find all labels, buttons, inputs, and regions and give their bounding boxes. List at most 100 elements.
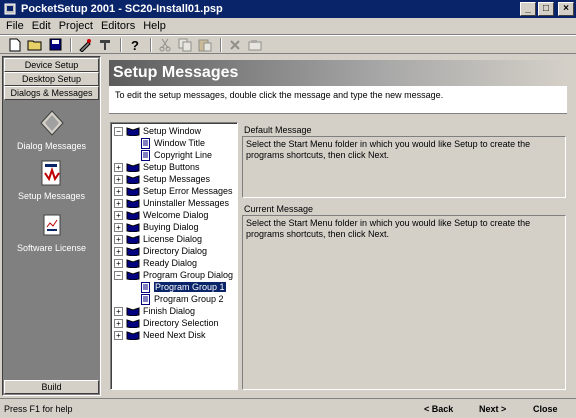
tree-node-label: Setup Messages [143, 174, 211, 184]
tree-node-label: Uninstaller Messages [143, 198, 230, 208]
paste-icon[interactable] [196, 37, 214, 53]
tree-leaf[interactable]: Copyright Line [111, 149, 237, 161]
expand-toggle[interactable]: + [114, 222, 123, 232]
collapse-toggle[interactable]: − [114, 270, 123, 280]
tree-node[interactable]: + Ready Dialog [111, 257, 237, 269]
open-folder-icon[interactable] [26, 37, 44, 53]
tree-node[interactable]: + Directory Dialog [111, 245, 237, 257]
expand-toggle[interactable]: + [114, 198, 123, 208]
menu-edit[interactable]: Edit [32, 20, 51, 32]
nav-item-label: Software License [16, 243, 87, 253]
book-icon [126, 210, 140, 221]
expand-toggle[interactable]: + [114, 234, 123, 244]
page-icon [141, 281, 150, 293]
current-message-field[interactable]: Select the Start Menu folder in which yo… [242, 215, 566, 390]
build-icon[interactable] [76, 37, 94, 53]
tree-node-label: Program Group Dialog [143, 270, 234, 280]
tree-node[interactable]: + Directory Selection [111, 317, 237, 329]
toolbar-separator [150, 37, 152, 52]
menu-project[interactable]: Project [59, 20, 93, 32]
expand-toggle[interactable]: + [114, 174, 123, 184]
menu-file[interactable]: File [6, 20, 24, 32]
tree-node[interactable]: − Program Group Dialog [111, 269, 237, 281]
expand-toggle[interactable]: + [114, 330, 123, 340]
collapse-toggle[interactable]: − [114, 126, 123, 136]
title-bar: PocketSetup 2001 - SC20-Install01.psp _ … [0, 0, 576, 18]
tree-node[interactable]: + Finish Dialog [111, 305, 237, 317]
nav-dialogs-messages-button[interactable]: Dialogs & Messages [4, 86, 99, 100]
back-button[interactable]: < Back [424, 404, 453, 414]
properties-icon[interactable] [246, 37, 264, 53]
expand-toggle[interactable]: + [114, 186, 123, 196]
close-button[interactable]: × [558, 2, 574, 16]
minimize-button[interactable]: _ [520, 2, 536, 16]
expand-toggle[interactable]: + [114, 258, 123, 268]
page-title: Setup Messages [109, 60, 567, 86]
book-icon [126, 162, 140, 173]
delete-icon[interactable] [226, 37, 244, 53]
setup-messages-icon [36, 157, 68, 189]
tree-node-label: Finish Dialog [143, 306, 196, 316]
tree-node-label: Need Next Disk [143, 330, 206, 340]
current-message-label: Current Message [244, 204, 314, 214]
nav-item-dialog-messages[interactable]: Dialog Messages [3, 107, 100, 151]
expand-toggle[interactable]: + [114, 306, 123, 316]
window-title: PocketSetup 2001 - SC20-Install01.psp [21, 3, 223, 15]
tree-leaf[interactable]: Window Title [111, 137, 237, 149]
book-icon [126, 186, 140, 197]
book-icon [126, 318, 140, 329]
menu-help[interactable]: Help [143, 20, 166, 32]
tree-node-label: Welcome Dialog [143, 210, 209, 220]
tree-node[interactable]: + Need Next Disk [111, 329, 237, 341]
dialog-messages-icon [36, 107, 68, 139]
nav-item-label: Setup Messages [17, 191, 86, 201]
tree-node-label: Program Group 2 [154, 294, 224, 304]
page-icon [141, 149, 150, 161]
book-icon [126, 246, 140, 257]
expand-toggle[interactable]: + [114, 162, 123, 172]
left-nav-panel: Device Setup Desktop Setup Dialogs & Mes… [2, 56, 101, 396]
toolbar-separator [70, 37, 72, 52]
tree-node-label: Directory Selection [143, 318, 219, 328]
tree-leaf[interactable]: Program Group 2 [111, 293, 237, 305]
save-icon[interactable] [46, 37, 64, 53]
tree-leaf-selected[interactable]: Program Group 1 [111, 281, 237, 293]
tree-node[interactable]: + Welcome Dialog [111, 209, 237, 221]
new-file-icon[interactable] [6, 37, 24, 53]
tree-node[interactable]: + Setup Messages [111, 173, 237, 185]
tree-node-label: Program Group 1 [154, 282, 226, 292]
tools-icon[interactable] [96, 37, 114, 53]
tree-node-label: Ready Dialog [143, 258, 198, 268]
menu-editors[interactable]: Editors [101, 20, 135, 32]
tree-node[interactable]: − Setup Window [111, 125, 237, 137]
nav-item-label: Dialog Messages [16, 141, 87, 151]
tree-node-label: Setup Window [143, 126, 202, 136]
expand-toggle[interactable]: + [114, 318, 123, 328]
build-button[interactable]: Build [4, 380, 99, 394]
expand-toggle[interactable]: + [114, 210, 123, 220]
status-bar: Press F1 for help < Back Next > Close [0, 398, 576, 418]
messages-tree[interactable]: − Setup Window Window Title Copyright Li… [110, 122, 238, 390]
nav-item-software-license[interactable]: Software License [3, 209, 100, 253]
book-icon [126, 330, 140, 341]
book-icon [126, 198, 140, 209]
tree-node[interactable]: + Setup Buttons [111, 161, 237, 173]
book-icon [126, 258, 140, 269]
nav-device-setup-button[interactable]: Device Setup [4, 58, 99, 72]
copy-icon[interactable] [176, 37, 194, 53]
maximize-button[interactable]: □ [538, 2, 554, 16]
tree-node[interactable]: + Buying Dialog [111, 221, 237, 233]
close-wizard-button[interactable]: Close [533, 404, 558, 414]
tree-node[interactable]: + Setup Error Messages [111, 185, 237, 197]
tree-node[interactable]: + License Dialog [111, 233, 237, 245]
cut-icon[interactable] [156, 37, 174, 53]
tree-node[interactable]: + Uninstaller Messages [111, 197, 237, 209]
book-icon [126, 306, 140, 317]
nav-desktop-setup-button[interactable]: Desktop Setup [4, 72, 99, 86]
app-icon [3, 2, 17, 16]
nav-item-setup-messages[interactable]: Setup Messages [3, 157, 100, 201]
next-button[interactable]: Next > [479, 404, 506, 414]
expand-toggle[interactable]: + [114, 246, 123, 256]
help-icon[interactable]: ? [126, 37, 144, 53]
tree-node-label: Copyright Line [154, 150, 213, 160]
